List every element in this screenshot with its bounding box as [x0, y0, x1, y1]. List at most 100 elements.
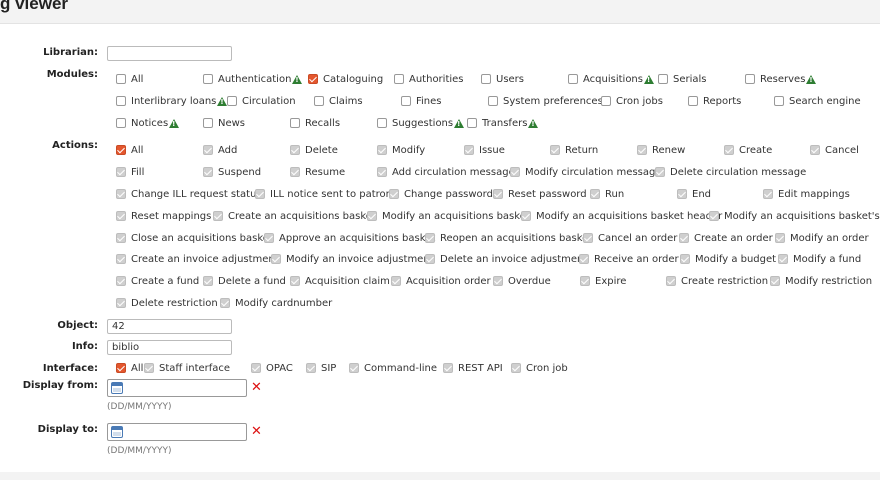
action-add-circulation-message-checkbox[interactable]: Add circulation message	[377, 165, 515, 179]
checkbox[interactable]	[314, 96, 324, 106]
checkbox[interactable]	[255, 189, 265, 199]
module-authorities-checkbox[interactable]: Authorities	[394, 72, 464, 86]
checkbox[interactable]	[116, 96, 126, 106]
module-authentication-checkbox[interactable]: Authentication	[203, 72, 303, 86]
checkbox[interactable]	[658, 74, 668, 84]
checkbox[interactable]	[116, 167, 126, 177]
action-edit-mappings-checkbox[interactable]: Edit mappings	[763, 187, 850, 201]
action-resume-checkbox[interactable]: Resume	[290, 165, 345, 179]
checkbox[interactable]	[367, 211, 377, 221]
interface-command-line-checkbox[interactable]: Command-line	[349, 361, 437, 375]
checkbox[interactable]	[116, 254, 126, 264]
action-delete-a-fund-checkbox[interactable]: Delete a fund	[203, 274, 286, 288]
action-modify-an-invoice-adjustment-checkbox[interactable]: Modify an invoice adjustment	[271, 252, 434, 266]
checkbox[interactable]	[775, 233, 785, 243]
action-reopen-an-acquisitions-basket-checkbox[interactable]: Reopen an acquisitions basket	[425, 231, 592, 245]
checkbox[interactable]	[349, 363, 359, 373]
action-change-password-checkbox[interactable]: Change password	[389, 187, 493, 201]
checkbox[interactable]	[394, 74, 404, 84]
action-cancel-an-order-checkbox[interactable]: Cancel an order	[583, 231, 677, 245]
checkbox[interactable]	[770, 276, 780, 286]
action-renew-checkbox[interactable]: Renew	[637, 143, 685, 157]
checkbox[interactable]	[290, 118, 300, 128]
checkbox[interactable]	[203, 74, 213, 84]
action-overdue-checkbox[interactable]: Overdue	[493, 274, 551, 288]
checkbox[interactable]	[724, 145, 734, 155]
checkbox[interactable]	[227, 96, 237, 106]
checkbox[interactable]	[203, 118, 213, 128]
module-serials-checkbox[interactable]: Serials	[658, 72, 707, 86]
checkbox[interactable]	[116, 211, 126, 221]
checkbox[interactable]	[213, 211, 223, 221]
checkbox[interactable]	[745, 74, 755, 84]
checkbox[interactable]	[493, 276, 503, 286]
clear-date-from-icon[interactable]: ✕	[251, 380, 262, 395]
librarian-input[interactable]	[107, 46, 232, 61]
action-receive-an-order-checkbox[interactable]: Receive an order	[579, 252, 679, 266]
action-suspend-checkbox[interactable]: Suspend	[203, 165, 261, 179]
action-modify-an-acquisitions-basket-s-users-checkbox[interactable]: Modify an acquisitions basket's users	[709, 209, 880, 223]
module-acquisitions-checkbox[interactable]: Acquisitions	[568, 72, 654, 86]
module-users-checkbox[interactable]: Users	[481, 72, 524, 86]
module-notices-checkbox[interactable]: Notices	[116, 116, 180, 130]
action-close-an-acquisitions-basket-checkbox[interactable]: Close an acquisitions basket	[116, 231, 273, 245]
action-return-checkbox[interactable]: Return	[550, 143, 598, 157]
module-news-checkbox[interactable]: News	[203, 116, 245, 130]
action-end-checkbox[interactable]: End	[677, 187, 711, 201]
module-circulation-checkbox[interactable]: Circulation	[227, 94, 296, 108]
checkbox[interactable]	[511, 363, 521, 373]
checkbox[interactable]	[389, 189, 399, 199]
action-approve-an-acquisitions-basket-checkbox[interactable]: Approve an acquisitions basket	[264, 231, 435, 245]
checkbox[interactable]	[774, 96, 784, 106]
checkbox[interactable]	[203, 145, 213, 155]
checkbox[interactable]	[778, 254, 788, 264]
checkbox[interactable]	[464, 145, 474, 155]
checkbox[interactable]	[677, 189, 687, 199]
module-system-preferences-checkbox[interactable]: System preferences	[488, 94, 603, 108]
checkbox[interactable]	[116, 189, 126, 199]
module-cataloguing-checkbox[interactable]: Cataloguing	[308, 72, 383, 86]
action-delete-restriction-checkbox[interactable]: Delete restriction	[116, 296, 218, 310]
checkbox[interactable]	[391, 276, 401, 286]
module-suggestions-checkbox[interactable]: Suggestions	[377, 116, 465, 130]
checkbox[interactable]	[425, 254, 435, 264]
display-to-input[interactable]	[107, 423, 247, 441]
checkbox[interactable]	[510, 167, 520, 177]
action-delete-checkbox[interactable]: Delete	[290, 143, 338, 157]
action-create-an-invoice-adjustment-checkbox[interactable]: Create an invoice adjustment	[116, 252, 279, 266]
checkbox[interactable]	[655, 167, 665, 177]
checkbox[interactable]	[810, 145, 820, 155]
action-acquisition-order-checkbox[interactable]: Acquisition order	[391, 274, 491, 288]
checkbox[interactable]	[521, 211, 531, 221]
action-modify-circulation-message-checkbox[interactable]: Modify circulation message	[510, 165, 662, 179]
action-modify-cardnumber-checkbox[interactable]: Modify cardnumber	[220, 296, 332, 310]
module-reserves-checkbox[interactable]: Reserves	[745, 72, 817, 86]
action-modify-a-budget-checkbox[interactable]: Modify a budget	[680, 252, 776, 266]
action-change-ill-request-status-checkbox[interactable]: Change ILL request status	[116, 187, 262, 201]
calendar-icon[interactable]	[111, 382, 123, 394]
checkbox[interactable]	[401, 96, 411, 106]
module-reports-checkbox[interactable]: Reports	[688, 94, 741, 108]
checkbox[interactable]	[493, 189, 503, 199]
checkbox[interactable]	[763, 189, 773, 199]
checkbox[interactable]	[637, 145, 647, 155]
checkbox[interactable]	[308, 74, 318, 84]
checkbox[interactable]	[666, 276, 676, 286]
checkbox[interactable]	[116, 276, 126, 286]
checkbox[interactable]	[709, 211, 719, 221]
checkbox[interactable]	[377, 118, 387, 128]
checkbox[interactable]	[583, 233, 593, 243]
checkbox[interactable]	[425, 233, 435, 243]
checkbox[interactable]	[116, 298, 126, 308]
clear-date-to-icon[interactable]: ✕	[251, 424, 262, 439]
checkbox[interactable]	[550, 145, 560, 155]
object-input[interactable]	[107, 319, 232, 334]
checkbox[interactable]	[203, 276, 213, 286]
checkbox[interactable]	[377, 167, 387, 177]
action-reset-password-checkbox[interactable]: Reset password	[493, 187, 587, 201]
interface-sip-checkbox[interactable]: SIP	[306, 361, 336, 375]
action-run-checkbox[interactable]: Run	[590, 187, 624, 201]
display-from-input[interactable]	[107, 379, 247, 397]
action-modify-a-fund-checkbox[interactable]: Modify a fund	[778, 252, 861, 266]
action-modify-an-order-checkbox[interactable]: Modify an order	[775, 231, 869, 245]
